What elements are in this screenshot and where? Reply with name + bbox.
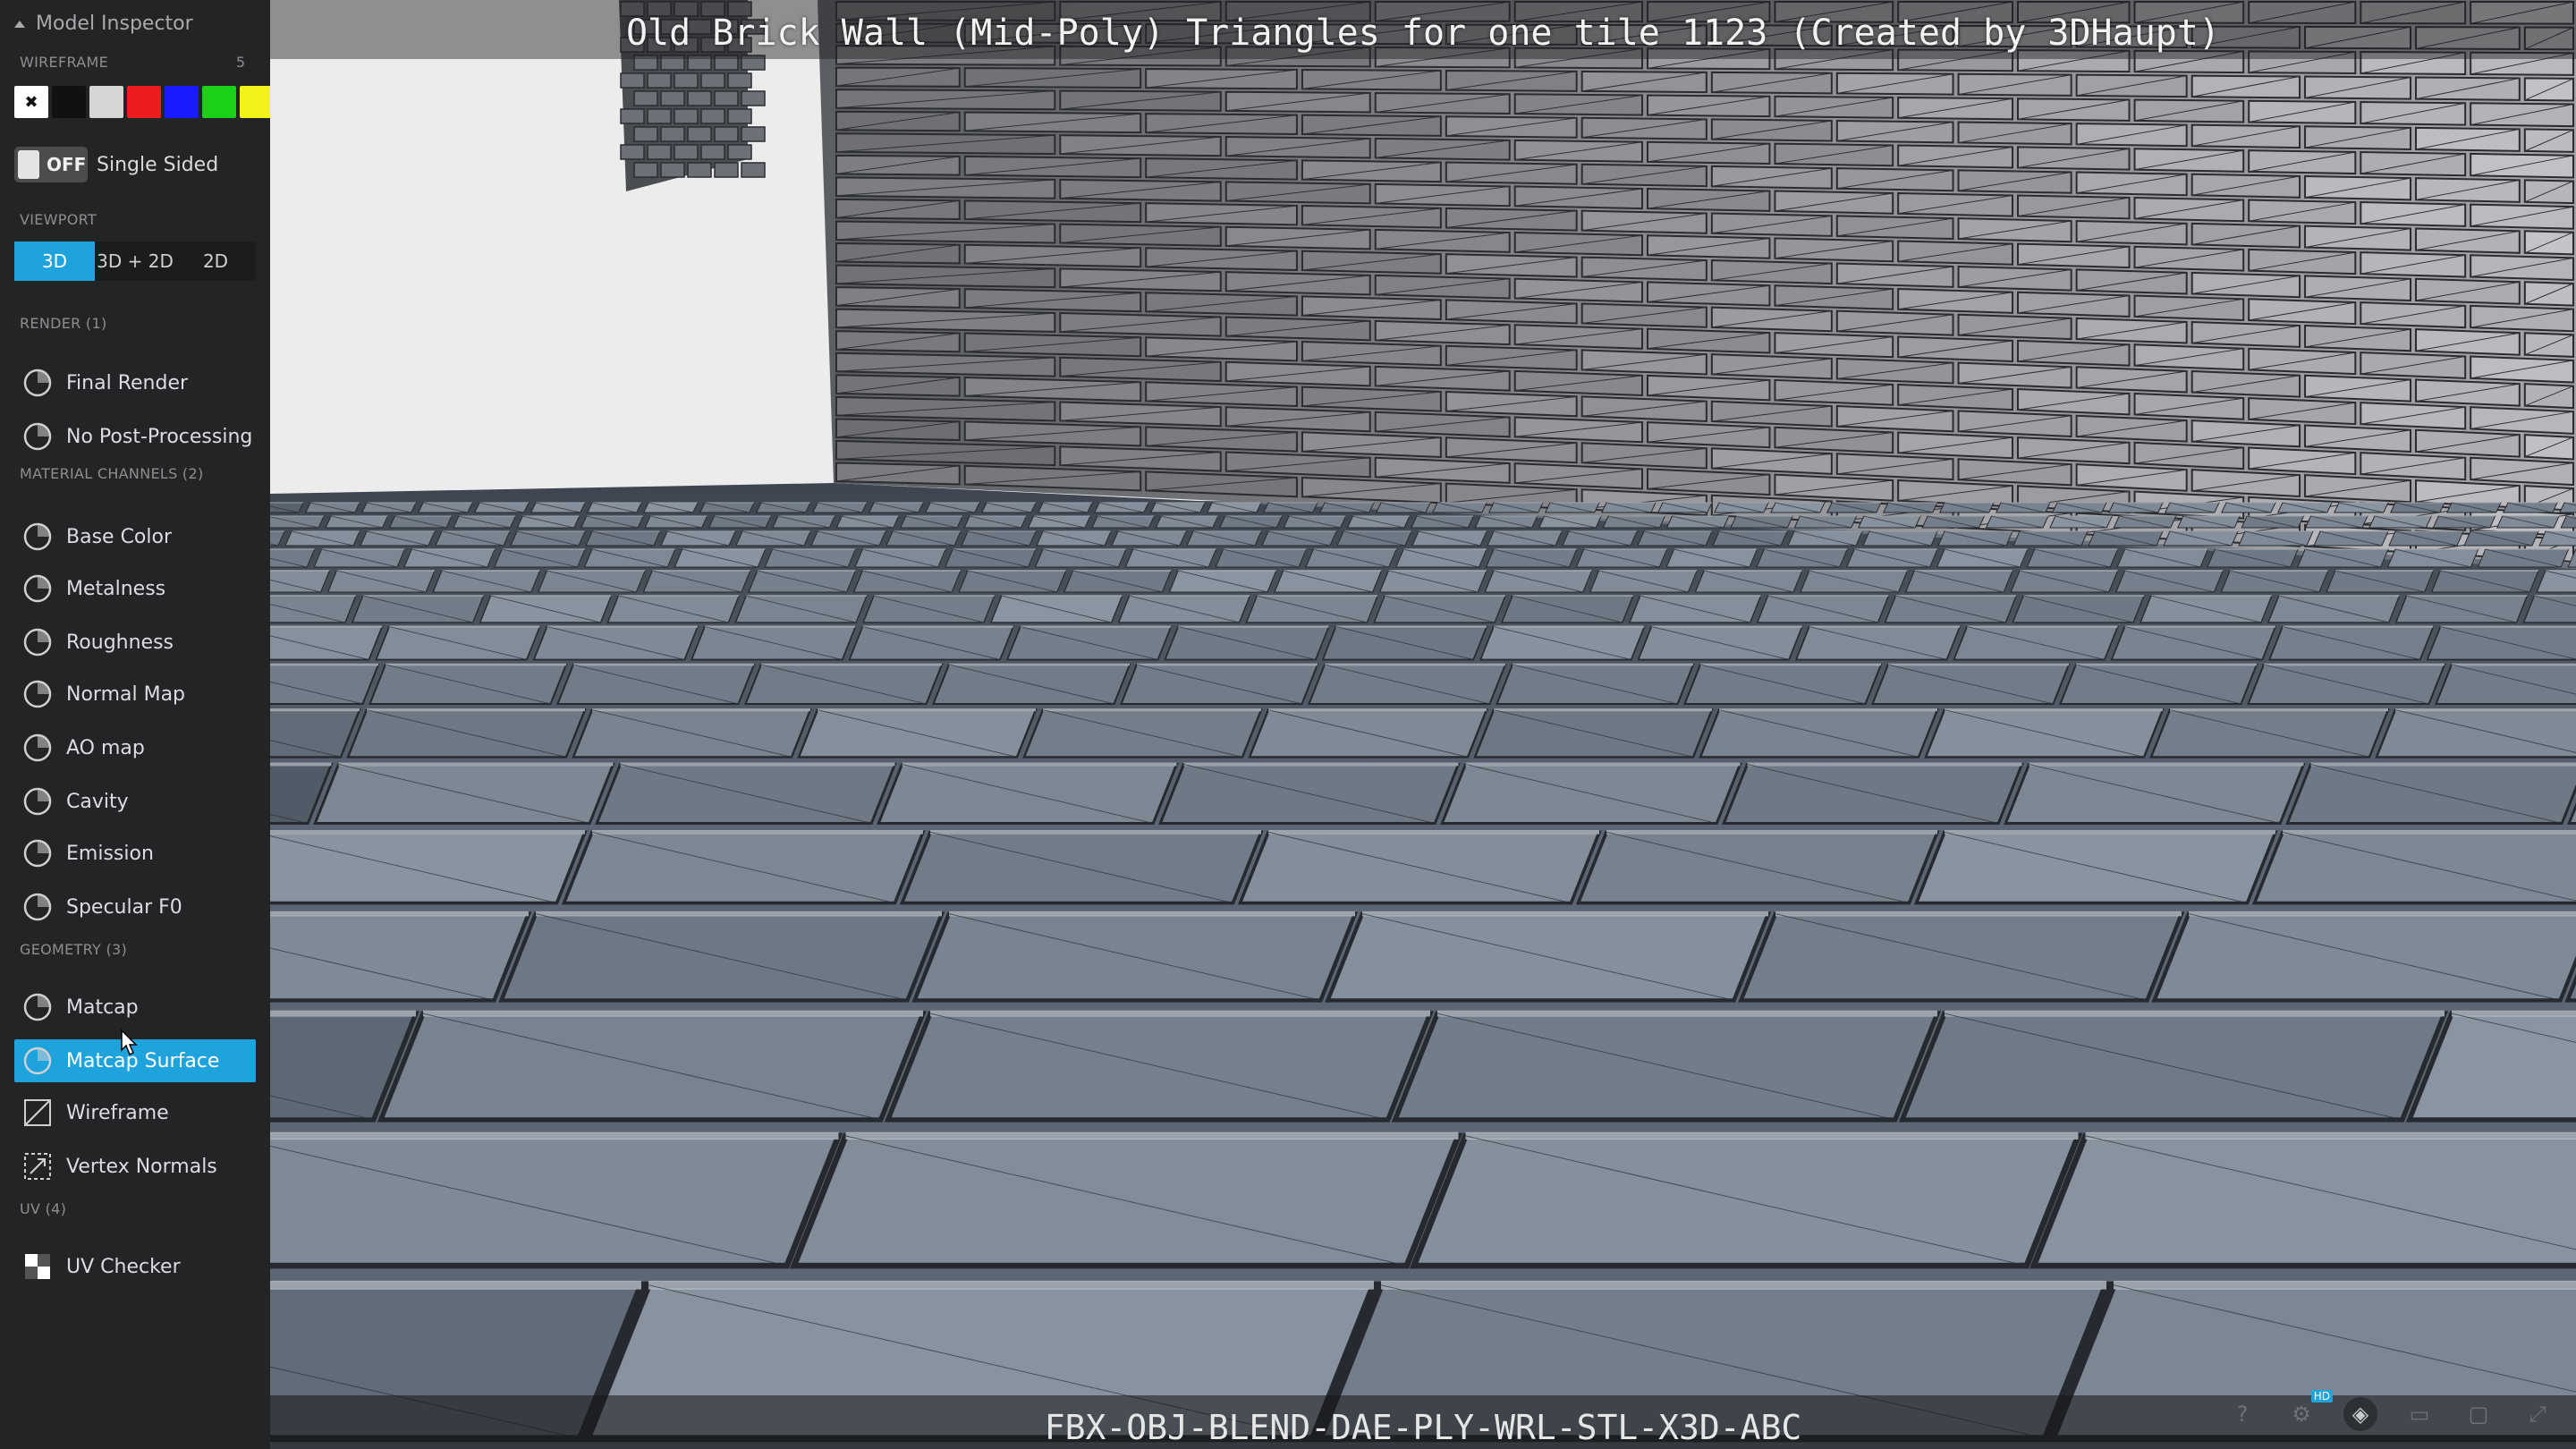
brick-wall-scene[interactable] [270, 0, 2576, 1449]
wireframe-icon [21, 1097, 54, 1129]
item-final-render[interactable]: Final Render [14, 361, 256, 404]
item-vertex-normals[interactable]: Vertex Normals [14, 1145, 256, 1188]
vertex-normals-icon [21, 1150, 54, 1182]
item-metalness[interactable]: Metalness [14, 567, 256, 610]
item-label: Matcap Surface [66, 1049, 220, 1072]
no-post-processing-icon [21, 420, 54, 453]
swatch-red[interactable] [127, 86, 161, 118]
geometry-section-label: GEOMETRY (3) [20, 941, 128, 958]
base-color-icon [21, 521, 54, 553]
item-base-color[interactable]: Base Color [14, 515, 256, 558]
swatch-black[interactable] [52, 86, 86, 118]
item-label: Wireframe [66, 1101, 169, 1124]
wireframe-section-label: WIREFRAME [20, 54, 108, 71]
single-sided-label: Single Sided [97, 153, 219, 176]
item-roughness[interactable]: Roughness [14, 621, 256, 664]
fullscreen-icon[interactable]: ⤢ [2521, 1397, 2555, 1431]
viewer-controls: ? ⚙ ◈ ▭ ▢ ⤢ [2225, 1397, 2555, 1431]
item-wireframe[interactable]: Wireframe [14, 1091, 256, 1134]
final-render-icon [21, 367, 54, 399]
settings-gear-icon[interactable]: ⚙ [2284, 1397, 2318, 1431]
toggle-knob [18, 150, 39, 179]
item-label: Cavity [66, 790, 129, 813]
item-label: Specular F0 [66, 895, 182, 919]
viewport-section-label: VIEWPORT [20, 211, 97, 228]
model-title: Old Brick Wall (Mid-Poly) Triangles for … [625, 13, 2221, 54]
single-sided-toggle[interactable]: OFF [14, 147, 88, 182]
viewport-option-3d-2d[interactable]: 3D + 2D [95, 242, 175, 281]
item-label: Emission [66, 842, 154, 865]
single-sided-row: OFF Single Sided [14, 147, 218, 182]
item-matcap[interactable]: Matcap [14, 986, 256, 1029]
model-inspector-panel: Model Inspector WIREFRAME 5 OFF Single S… [0, 0, 270, 1449]
model-inspector-layers-icon[interactable]: ◈ [2343, 1397, 2377, 1431]
material-section-label: MATERIAL CHANNELS (2) [20, 465, 204, 482]
panel-header[interactable]: Model Inspector [14, 13, 193, 35]
specular-icon [21, 891, 54, 923]
normal-map-icon [21, 678, 54, 710]
item-no-post-processing[interactable]: No Post-Processing [14, 415, 256, 458]
roughness-icon [21, 626, 54, 658]
3d-viewport[interactable]: Old Brick Wall (Mid-Poly) Triangles for … [270, 0, 2576, 1449]
item-label: Final Render [66, 371, 189, 394]
swatch-white[interactable] [14, 86, 48, 118]
item-label: Metalness [66, 577, 166, 600]
item-label: AO map [66, 736, 145, 759]
cavity-icon [21, 785, 54, 818]
item-label: No Post-Processing [66, 425, 253, 448]
swatch-green[interactable] [202, 86, 236, 118]
emission-icon [21, 837, 54, 869]
floor-bricks [270, 502, 2576, 1443]
toggle-state-label: OFF [47, 154, 87, 175]
swatch-yellow[interactable] [240, 86, 270, 118]
item-cavity[interactable]: Cavity [14, 780, 256, 823]
matcap-surface-icon [21, 1045, 54, 1077]
uv-section-label: UV (4) [20, 1200, 67, 1217]
item-label: UV Checker [66, 1255, 181, 1278]
viewport-option-3d[interactable]: 3D [14, 242, 95, 281]
item-specular-f0[interactable]: Specular F0 [14, 886, 256, 928]
screenshot-icon[interactable]: ▢ [2462, 1397, 2496, 1431]
matcap-icon [21, 991, 54, 1023]
panel-title: Model Inspector [36, 13, 193, 35]
item-label: Vertex Normals [66, 1155, 217, 1178]
wireframe-color-swatches [14, 86, 270, 118]
wireframe-count: 5 [235, 54, 245, 71]
viewport-mode-selector: 3D 3D + 2D 2D [14, 242, 256, 281]
collapse-caret-icon[interactable] [14, 20, 25, 28]
item-label: Matcap [66, 996, 139, 1019]
metalness-icon [21, 572, 54, 605]
render-section-label: RENDER (1) [20, 315, 107, 332]
item-label: Normal Map [66, 682, 186, 706]
swatch-gray[interactable] [89, 86, 123, 118]
item-emission[interactable]: Emission [14, 832, 256, 875]
item-label: Base Color [66, 525, 173, 548]
mouse-cursor-icon [121, 1029, 138, 1056]
item-label: Roughness [66, 631, 174, 654]
item-ao-map[interactable]: AO map [14, 726, 256, 769]
help-icon[interactable]: ? [2225, 1397, 2259, 1431]
ao-map-icon [21, 732, 54, 764]
item-uv-checker[interactable]: UV Checker [14, 1245, 256, 1288]
swatch-blue[interactable] [165, 86, 199, 118]
vr-icon[interactable]: ▭ [2402, 1397, 2436, 1431]
uv-checker-icon [21, 1250, 54, 1283]
viewport-option-2d[interactable]: 2D [175, 242, 256, 281]
item-normal-map[interactable]: Normal Map [14, 673, 256, 716]
